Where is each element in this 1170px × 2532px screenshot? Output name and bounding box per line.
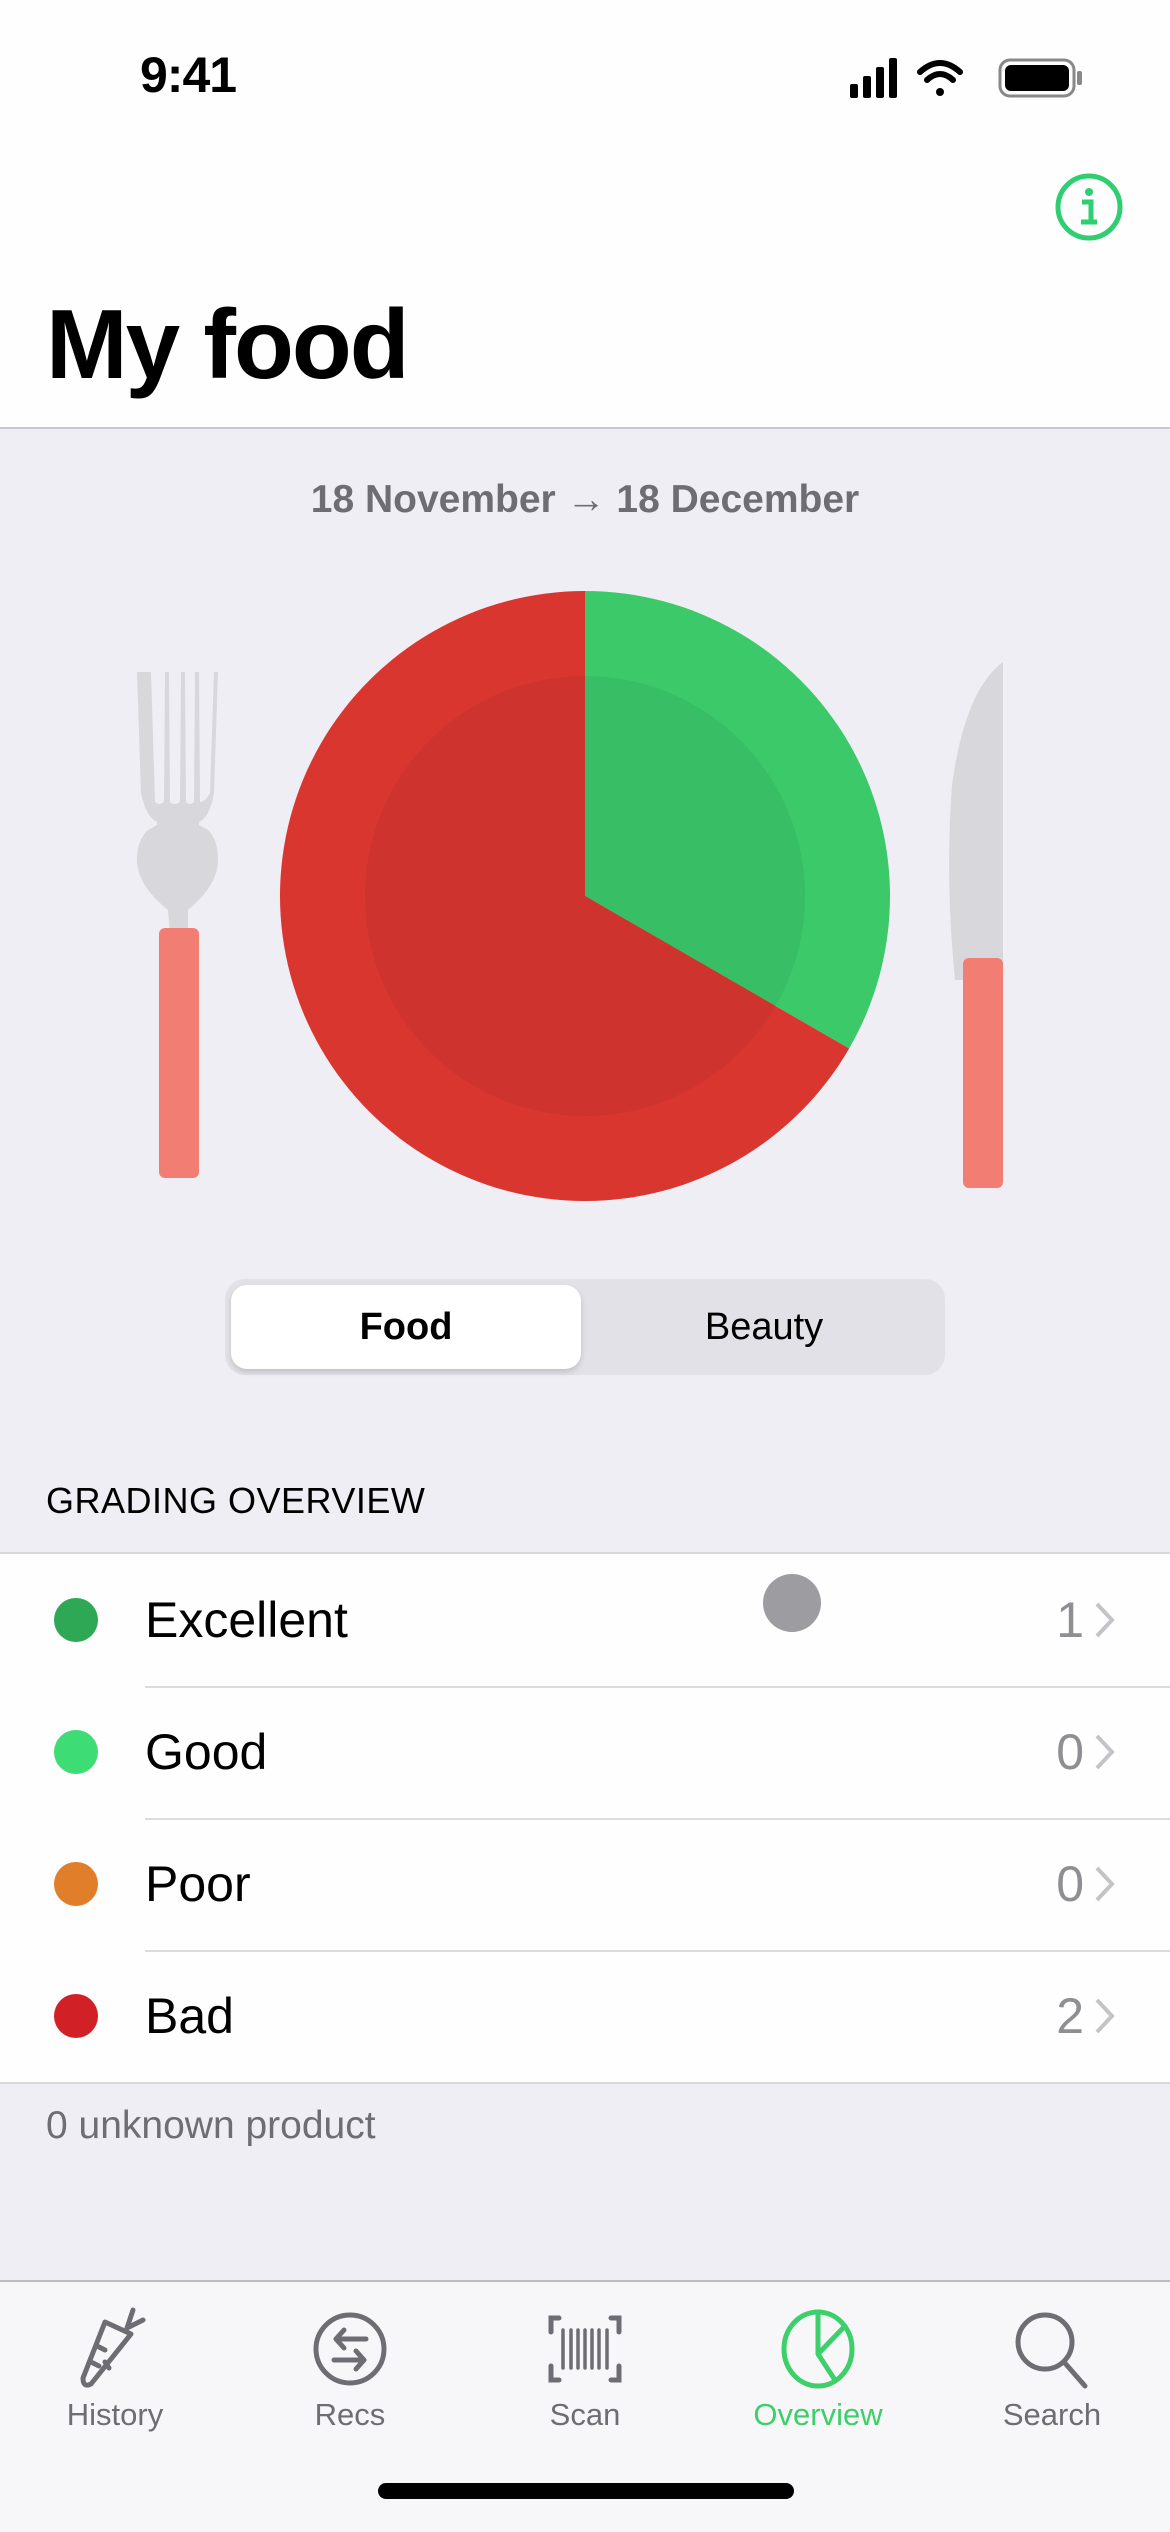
tab-recs[interactable]: Recs (250, 2292, 450, 2442)
grade-count: 0 (1056, 1724, 1084, 1780)
signal-icon (850, 58, 897, 98)
wifi-icon (917, 60, 963, 96)
tab-label: Scan (549, 2397, 621, 2432)
swap-arrows-icon (313, 2312, 387, 2386)
plate-pie-chart (137, 591, 1003, 1201)
tab-history[interactable]: History (15, 2292, 215, 2442)
tab-label: Search (1002, 2397, 1102, 2432)
fork-icon (137, 672, 218, 1178)
grade-label: Excellent (145, 1592, 348, 1648)
grade-count: 1 (1056, 1592, 1084, 1648)
grading-list: Excellent 1 Good 0 Poor 0 Bad 2 (0, 1552, 1170, 2084)
unknown-products-text: 0 unknown product (46, 2104, 376, 2147)
tab-label: Recs (314, 2397, 386, 2432)
grade-label: Good (145, 1724, 268, 1780)
chevron-right-icon (1095, 1866, 1115, 1902)
status-icons (850, 58, 1082, 98)
carrot-icon (80, 2307, 146, 2388)
segment-food[interactable]: Food (231, 1285, 581, 1369)
home-indicator (378, 2483, 794, 2499)
grade-dot-icon (54, 1598, 98, 1642)
grade-row-excellent[interactable]: Excellent 1 (0, 1554, 1170, 1686)
touch-indicator (763, 1574, 821, 1632)
status-time: 9:41 (140, 47, 237, 103)
page-title: My food (46, 289, 410, 399)
section-header: GRADING OVERVIEW (46, 1480, 426, 1521)
pie-chart-icon (781, 2309, 855, 2389)
grade-row-good[interactable]: Good 0 (0, 1686, 1170, 1818)
category-segmented-control: Food Beauty (225, 1279, 945, 1375)
grade-row-bad[interactable]: Bad 2 (0, 1950, 1170, 2082)
barcode-icon (548, 2315, 622, 2383)
grade-dot-icon (54, 1730, 98, 1774)
tab-label: Overview (753, 2397, 883, 2432)
tab-scan[interactable]: Scan (485, 2292, 685, 2442)
grade-count: 0 (1056, 1856, 1084, 1912)
chevron-right-icon (1095, 1998, 1115, 2034)
chevron-right-icon (1095, 1602, 1115, 1638)
chevron-right-icon (1095, 1734, 1115, 1770)
grade-row-poor[interactable]: Poor 0 (0, 1818, 1170, 1950)
grade-count: 2 (1056, 1988, 1084, 2044)
pie-group (280, 591, 890, 1201)
date-range: 18 November → 18 December (310, 478, 860, 521)
grade-label: Poor (145, 1856, 251, 1912)
tab-overview[interactable]: Overview (718, 2292, 918, 2442)
grade-dot-icon (54, 1862, 98, 1906)
battery-icon (998, 58, 1082, 98)
search-icon (1015, 2312, 1088, 2389)
grade-label: Bad (145, 1988, 234, 2044)
knife-icon (949, 662, 1003, 1188)
header: 9:41 My food (0, 0, 1170, 429)
segment-beauty[interactable]: Beauty (589, 1285, 939, 1369)
info-icon[interactable] (1054, 172, 1124, 242)
tab-label: History (66, 2397, 164, 2432)
grade-dot-icon (54, 1994, 98, 2038)
tab-search[interactable]: Search (952, 2292, 1152, 2442)
